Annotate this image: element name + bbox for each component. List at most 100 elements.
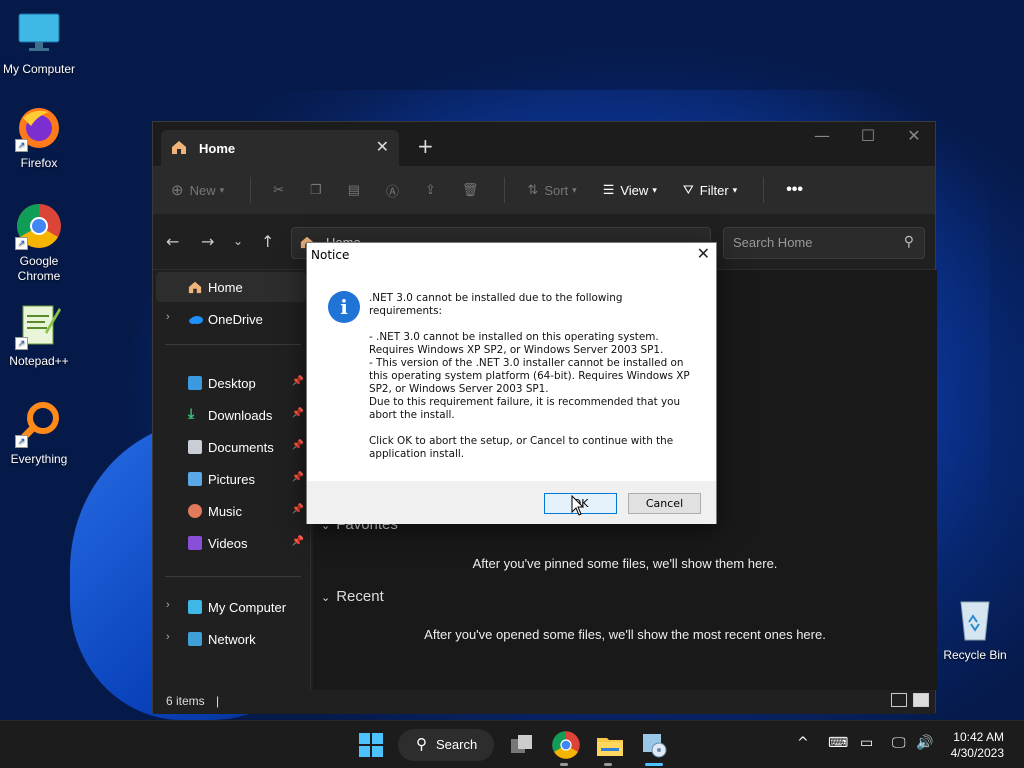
sidebar-item-home[interactable]: Home [156, 272, 306, 302]
cancel-button[interactable]: Cancel [628, 493, 701, 514]
desktop-icon-label: Firefox [20, 156, 58, 170]
sort-button[interactable]: ⇅ Sort ▾ [527, 182, 576, 198]
cut-button[interactable]: ✂ [273, 182, 284, 198]
pin-icon: 📌 [291, 536, 304, 547]
network-icon [188, 632, 202, 646]
dialog-footer: OK Cancel [307, 481, 716, 524]
running-indicator [604, 763, 612, 766]
pin-icon: 📌 [291, 472, 304, 483]
explorer-titlebar: Home ✕ + — ☐ ✕ [153, 122, 935, 166]
chevron-down-icon: ▾ [732, 184, 738, 195]
back-arrow-icon[interactable]: ← [166, 232, 179, 251]
chrome-icon[interactable] [551, 730, 581, 760]
sidebar-item-downloads[interactable]: ⤓ Downloads 📌 [156, 400, 306, 430]
sidebar-item-my-computer[interactable]: › My Computer [156, 592, 306, 622]
search-input[interactable]: Search Home ⚲ [723, 227, 925, 259]
more-options-button[interactable]: ••• [786, 181, 803, 199]
recent-heading[interactable]: ⌄ Recent [321, 588, 384, 605]
paste-button[interactable]: ▤ [348, 182, 360, 198]
desktop-icon-label: Google Chrome [17, 254, 61, 283]
details-view-icon[interactable] [891, 693, 907, 707]
file-explorer-icon[interactable] [595, 730, 625, 760]
keyboard-icon[interactable]: ⌨ [828, 735, 848, 751]
recent-locations-chevron-icon[interactable]: ⌄ [233, 234, 243, 248]
view-button[interactable]: ☰ View ▾ [603, 182, 657, 198]
desktop-icon-chrome[interactable]: ↗ Google Chrome [0, 202, 78, 284]
desktop-icon-notepadpp[interactable]: ↗ Notepad++ [0, 302, 78, 368]
pin-icon: 📌 [291, 504, 304, 515]
sidebar-item-music[interactable]: Music 📌 [156, 496, 306, 526]
pin-icon: 📌 [291, 440, 304, 451]
forward-arrow-icon[interactable]: → [201, 232, 214, 251]
favorites-empty-message: After you've pinned some files, we'll sh… [472, 556, 778, 571]
close-window-icon[interactable]: ✕ [891, 126, 937, 145]
tiles-view-icon[interactable] [913, 693, 929, 707]
clock-date: 4/30/2023 [950, 746, 1004, 760]
shortcut-arrow-icon: ↗ [15, 337, 28, 350]
chrome-icon: ↗ [15, 202, 63, 250]
touchpad-icon[interactable]: ▭ [860, 735, 873, 751]
taskbar-search-button[interactable]: ⚲ Search [398, 729, 494, 761]
status-divider: | [216, 694, 220, 708]
sidebar-item-pictures[interactable]: Pictures 📌 [156, 464, 306, 494]
cloud-icon [188, 312, 203, 326]
trash-icon: 🗑 [461, 182, 479, 197]
close-tab-icon[interactable]: ✕ [376, 137, 389, 157]
sidebar-item-desktop[interactable]: Desktop 📌 [156, 368, 306, 398]
up-arrow-icon[interactable]: ↑ [261, 232, 274, 251]
document-icon [188, 440, 202, 454]
ellipsis-icon: ••• [786, 181, 803, 198]
chevron-up-icon[interactable]: ^ [797, 735, 809, 751]
clock[interactable]: 10:42 AM 4/30/2023 [951, 729, 1004, 761]
chevron-down-icon: ⌄ [321, 592, 331, 604]
clock-time: 10:42 AM [953, 730, 1004, 744]
chevron-right-icon[interactable]: › [166, 311, 170, 323]
tab-title: Home [199, 140, 236, 156]
sidebar-divider [165, 344, 301, 345]
info-icon: i [328, 291, 360, 323]
chevron-right-icon[interactable]: › [166, 631, 170, 643]
new-button[interactable]: ⊕ New ▾ [171, 181, 224, 199]
task-view-icon[interactable] [507, 730, 537, 760]
download-icon: ⤓ [188, 405, 195, 421]
copy-button[interactable]: ❐ [310, 182, 322, 198]
maximize-icon[interactable]: ☐ [845, 126, 891, 145]
installer-app-icon[interactable] [639, 730, 669, 760]
volume-icon[interactable]: 🔊 [916, 735, 933, 751]
pin-icon: 📌 [291, 376, 304, 387]
share-icon: ⇪ [425, 182, 436, 197]
filter-button[interactable]: ⛛ Filter ▾ [683, 182, 737, 198]
new-tab-icon[interactable]: + [417, 134, 434, 158]
sidebar-item-network[interactable]: › Network [156, 624, 306, 654]
desktop-icon-label: Recycle Bin [943, 648, 1007, 662]
minimize-icon[interactable]: — [799, 126, 845, 145]
share-button[interactable]: ⇪ [425, 182, 436, 198]
tab-home[interactable]: Home ✕ [161, 130, 399, 166]
copy-icon: ❐ [310, 182, 322, 197]
desktop-icon-my-computer[interactable]: My Computer [0, 10, 78, 76]
rename-icon: Ⓐ [385, 183, 399, 199]
navigation-pane: Home › OneDrive Desktop 📌 ⤓ Downloads 📌 … [153, 270, 311, 690]
rename-button[interactable]: Ⓐ [386, 181, 399, 200]
recycle-bin-icon [951, 596, 999, 644]
monitor-icon [188, 600, 202, 614]
chevron-right-icon[interactable]: › [166, 599, 170, 611]
active-indicator [645, 763, 663, 766]
delete-button[interactable]: 🗑 [462, 182, 479, 198]
taskbar: ⚲ Search ^ ⌨ ▭ 🖵 🔊 10:42 AM 4/30/2023 [0, 720, 1024, 768]
sidebar-item-documents[interactable]: Documents 📌 [156, 432, 306, 462]
network-icon[interactable]: 🖵 [892, 735, 906, 751]
start-windows-icon[interactable] [356, 730, 386, 760]
running-indicator [560, 763, 568, 766]
desktop-icon-label: Notepad++ [9, 354, 69, 368]
clipboard-icon: ▤ [347, 182, 360, 197]
toolbar-divider [250, 177, 252, 203]
close-icon[interactable]: ✕ [697, 244, 710, 263]
sidebar-item-videos[interactable]: Videos 📌 [156, 528, 306, 558]
desktop-icon-everything[interactable]: ↗ Everything [0, 400, 78, 466]
home-icon [188, 280, 202, 294]
sidebar-item-onedrive[interactable]: › OneDrive [156, 304, 306, 334]
shortcut-arrow-icon: ↗ [15, 139, 28, 152]
desktop-icon-firefox[interactable]: ↗ Firefox [0, 104, 78, 170]
desktop-icon-recycle-bin[interactable]: Recycle Bin [936, 596, 1014, 662]
